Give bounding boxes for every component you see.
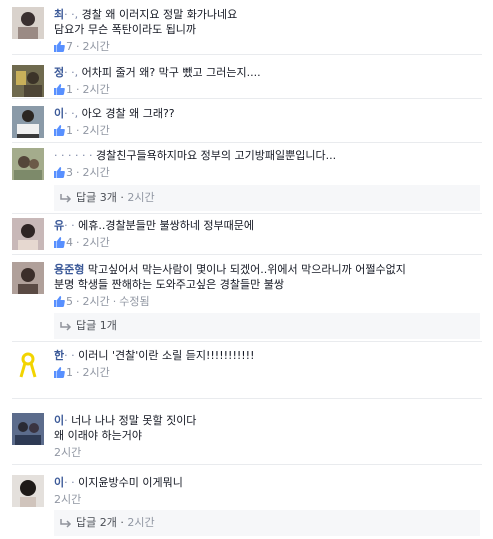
comment-author[interactable]: 이 — [54, 107, 64, 120]
comment-author[interactable]: 이 — [54, 476, 64, 489]
avatar[interactable] — [12, 475, 44, 507]
reply-arrow-icon — [60, 512, 72, 538]
comment-text-line2: 분명 학생들 짠해하는 도와주고싶은 경찰들만 불쌍 — [54, 278, 285, 291]
comment-text-line2: 왜 이래야 하는거야 — [54, 429, 142, 442]
reply-time[interactable]: 2시간 — [127, 516, 154, 529]
avatar[interactable] — [12, 413, 44, 445]
comment-text: 너나 나나 정말 못할 짓이다 — [71, 414, 197, 427]
reply-count[interactable]: 답글 2개 — [76, 516, 117, 529]
avatar[interactable] — [12, 65, 44, 97]
comment-time[interactable]: 2시간 — [83, 236, 110, 249]
like-count[interactable]: 1 — [66, 124, 73, 137]
comment-text: 경찰친구들욕하지마요 정부의 고기방패일뿐입니다... — [95, 149, 337, 162]
comment-author[interactable]: 최 — [54, 8, 64, 21]
comment-meta: 5 · 2시간 · 수정됨 — [54, 294, 484, 311]
comment-text-line2: 담요가 무슨 폭탄이라도 됩니까 — [54, 23, 197, 36]
comment-text: 아오 경찰 왜 그래?? — [81, 107, 175, 120]
like-count[interactable]: 1 — [66, 83, 73, 96]
divider — [12, 398, 482, 399]
reply-thread-2[interactable]: 답글 1개 — [54, 313, 480, 339]
divider — [12, 464, 482, 465]
comment-meta: 1 · 2시간 — [54, 365, 484, 382]
divider — [12, 341, 482, 342]
like-count[interactable]: 1 — [66, 366, 73, 379]
comment-time[interactable]: 2시간 — [83, 166, 110, 179]
reply-arrow-icon — [60, 315, 72, 341]
reply-thread-3[interactable]: 답글 2개 · 2시간 — [54, 510, 480, 536]
avatar[interactable] — [12, 348, 44, 380]
comment-text: 막고싶어서 막는사람이 몇이나 되겠어..위에서 막으라니까 어쩔수없지 — [87, 263, 406, 276]
thumbs-up-icon[interactable] — [54, 296, 65, 311]
like-count[interactable]: 5 — [66, 295, 73, 308]
comment-author[interactable]: 한 — [54, 349, 64, 362]
like-count[interactable]: 7 — [66, 40, 73, 53]
thumbs-up-icon[interactable] — [54, 237, 65, 252]
comment-text: 어차피 줄거 왜? 막구 뺐고 그러는지.... — [81, 66, 261, 79]
reply-arrow-icon — [60, 187, 72, 213]
divider — [12, 142, 482, 143]
divider — [12, 54, 482, 55]
reply-time[interactable]: 2시간 — [127, 191, 154, 204]
thumbs-up-icon[interactable] — [54, 167, 65, 182]
comment-meta: 4 · 2시간 — [54, 235, 484, 252]
comment-time[interactable]: 2시간 — [83, 295, 110, 308]
divider — [12, 213, 482, 214]
avatar[interactable] — [12, 106, 44, 138]
comment-author[interactable]: 용준형 — [54, 263, 84, 276]
avatar[interactable] — [12, 262, 44, 294]
comment-text: 경찰 왜 이러지요 정말 화가나네요 — [81, 8, 238, 21]
comment-meta: 3 · 2시간 — [54, 165, 484, 182]
comment-time[interactable]: 2시간 — [83, 40, 110, 53]
thumbs-up-icon[interactable] — [54, 367, 65, 382]
comment-meta: 1 · 2시간 — [54, 82, 484, 99]
comment-text: 에휴..경찰분들만 불쌍하네 정부때문에 — [78, 219, 255, 232]
comment-time[interactable]: 2시간 — [54, 446, 81, 459]
avatar[interactable] — [12, 7, 44, 39]
comment-time[interactable]: 2시간 — [83, 366, 110, 379]
edited-label[interactable]: 수정됨 — [119, 295, 149, 308]
divider — [12, 254, 482, 255]
comment-author[interactable]: 유 — [54, 219, 64, 232]
comment-author[interactable]: 이 — [54, 414, 64, 427]
comment-meta: 2시간 — [54, 445, 484, 460]
like-count[interactable]: 3 — [66, 166, 73, 179]
comment-time[interactable]: 2시간 — [54, 493, 81, 506]
divider — [12, 98, 482, 99]
avatar[interactable] — [12, 218, 44, 250]
thumbs-up-icon[interactable] — [54, 84, 65, 99]
reply-thread-1[interactable]: 답글 3개 · 2시간 — [54, 185, 480, 211]
comment-meta: 1 · 2시간 — [54, 123, 484, 140]
comment-time[interactable]: 2시간 — [83, 83, 110, 96]
comment-text: 이러니 '견찰'이란 소릴 듣지!!!!!!!!!!! — [78, 349, 255, 362]
comment-author[interactable]: 정 — [54, 66, 64, 79]
comment-text: 이지윤방수미 이게뭐니 — [78, 476, 183, 489]
reply-count[interactable]: 답글 1개 — [76, 319, 117, 332]
reply-count[interactable]: 답글 3개 — [76, 191, 117, 204]
avatar[interactable] — [12, 148, 44, 180]
like-count[interactable]: 4 — [66, 236, 73, 249]
thumbs-up-icon[interactable] — [54, 125, 65, 140]
comment-time[interactable]: 2시간 — [83, 124, 110, 137]
comment-meta: 2시간 — [54, 492, 484, 507]
